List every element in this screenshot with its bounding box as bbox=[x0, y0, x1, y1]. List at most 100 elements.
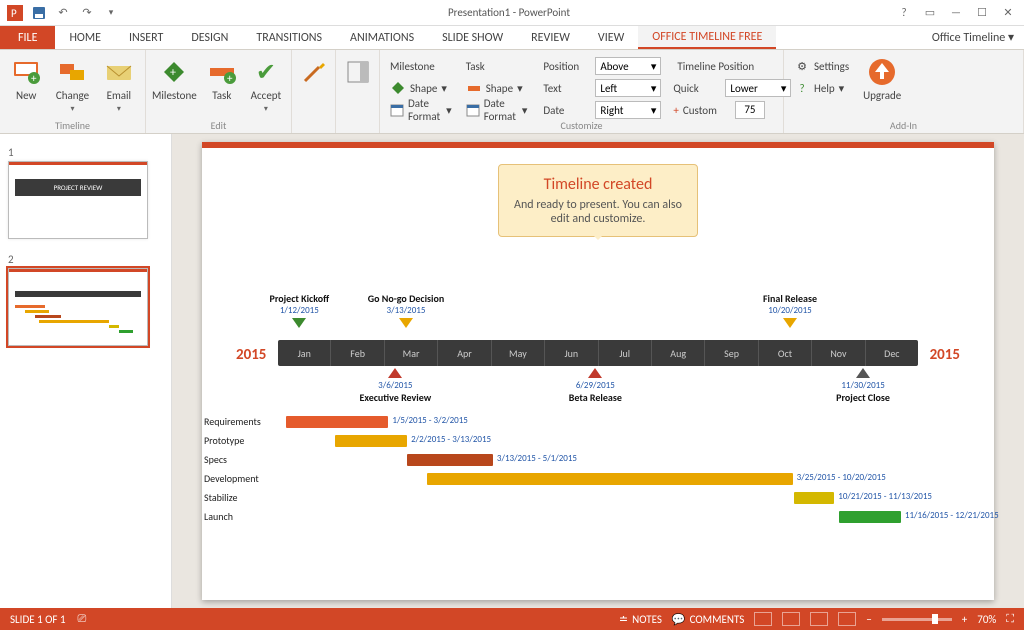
redo-icon[interactable]: ↷ bbox=[76, 3, 98, 23]
group-label-timeline: Timeline bbox=[0, 119, 145, 132]
callout-tooltip: Timeline created And ready to present. Y… bbox=[498, 164, 698, 237]
gantt-bar bbox=[794, 492, 834, 504]
gantt-dates: 1/5/2015 - 3/2/2015 bbox=[392, 415, 467, 426]
milestone-top: Final Release10/20/2015 bbox=[745, 292, 835, 328]
milestone-top: Project Kickoff1/12/2015 bbox=[254, 292, 344, 328]
task-date-format-button[interactable]: Date Format ▾ bbox=[462, 100, 532, 120]
tab-view[interactable]: VIEW bbox=[584, 26, 638, 49]
zoom-level: 70% bbox=[977, 613, 996, 626]
zoom-in-button[interactable]: + bbox=[962, 613, 967, 626]
task-button[interactable]: + Task bbox=[203, 54, 241, 118]
gantt-bar bbox=[407, 454, 493, 466]
svg-text:P: P bbox=[11, 7, 17, 20]
help-icon: ? bbox=[794, 80, 810, 96]
gantt-bar bbox=[427, 473, 792, 485]
custom-input[interactable]: 75 bbox=[735, 101, 765, 119]
qat-more-icon[interactable]: ▾ bbox=[100, 3, 122, 23]
text-position-select[interactable]: Left▾ bbox=[595, 79, 661, 97]
bar-icon bbox=[466, 80, 482, 96]
close-icon[interactable]: ✕ bbox=[1000, 6, 1016, 19]
slideshow-view-icon[interactable] bbox=[838, 612, 856, 626]
undo-icon[interactable]: ↶ bbox=[52, 3, 74, 23]
tab-review[interactable]: REVIEW bbox=[517, 26, 584, 49]
customize-milestone-label: Milestone bbox=[386, 56, 456, 76]
tab-office-timeline-free[interactable]: OFFICE TIMELINE FREE bbox=[638, 26, 776, 49]
position-select[interactable]: Above▾ bbox=[595, 57, 661, 75]
month-cell: Aug bbox=[652, 340, 705, 366]
tab-transitions[interactable]: TRANSITIONS bbox=[242, 26, 336, 49]
office-timeline-menu[interactable]: Office Timeline ▾ bbox=[922, 26, 1024, 49]
svg-text:+: + bbox=[170, 66, 176, 80]
gantt-row: Requirements1/5/2015 - 3/2/2015 bbox=[202, 412, 954, 431]
language-indicator[interactable]: ⎚ bbox=[78, 612, 87, 626]
gantt-dates: 2/2/2015 - 3/13/2015 bbox=[411, 434, 491, 445]
position-label: Position bbox=[543, 60, 591, 73]
new-button[interactable]: + New bbox=[6, 54, 46, 118]
month-cell: Apr bbox=[438, 340, 491, 366]
minimize-icon[interactable]: — bbox=[948, 6, 964, 19]
group-label-addin: Add-In bbox=[784, 119, 1023, 132]
slide-canvas: Timeline created And ready to present. Y… bbox=[172, 134, 1024, 608]
app-icon: P bbox=[4, 3, 26, 23]
ribbon-display-icon[interactable]: ▭ bbox=[922, 6, 938, 19]
maximize-icon[interactable]: ☐ bbox=[974, 6, 990, 19]
text-label: Text bbox=[543, 82, 591, 95]
gantt-dates: 10/21/2015 - 11/13/2015 bbox=[838, 491, 932, 502]
month-cell: May bbox=[492, 340, 545, 366]
zoom-out-button[interactable]: − bbox=[866, 613, 871, 626]
tab-animations[interactable]: ANIMATIONS bbox=[336, 26, 428, 49]
month-cell: Sep bbox=[705, 340, 758, 366]
tab-home[interactable]: HOME bbox=[55, 26, 115, 49]
window-title: Presentation1 - PowerPoint bbox=[122, 6, 896, 19]
gantt-task-label: Stabilize bbox=[202, 491, 276, 504]
milestone-button[interactable]: + Milestone bbox=[152, 54, 197, 118]
plus-icon: + bbox=[673, 104, 678, 117]
date-position-select[interactable]: Right▾ bbox=[595, 101, 661, 119]
gantt-row: Stabilize 10/21/2015 - 11/13/2015 bbox=[202, 488, 954, 507]
email-button[interactable]: Email▾ bbox=[99, 54, 139, 118]
quick-select[interactable]: Lower▾ bbox=[725, 79, 791, 97]
sorter-view-icon[interactable] bbox=[782, 612, 800, 626]
callout-title: Timeline created bbox=[511, 175, 685, 194]
help-icon[interactable]: ? bbox=[896, 6, 912, 19]
month-cell: Jan bbox=[278, 340, 331, 366]
milestone-date-format-button[interactable]: Date Format ▾ bbox=[386, 100, 456, 120]
group-label-edit: Edit bbox=[146, 119, 291, 132]
fit-to-window-icon[interactable]: ⛶ bbox=[1006, 612, 1014, 626]
task-shape-button[interactable]: Shape ▾ bbox=[462, 78, 532, 98]
help-button[interactable]: ?Help ▾ bbox=[790, 78, 853, 98]
upgrade-button[interactable]: Upgrade bbox=[859, 54, 905, 118]
task-pane-button[interactable] bbox=[342, 54, 374, 118]
tab-insert[interactable]: INSERT bbox=[115, 26, 177, 49]
milestone-top: Go No-go Decision3/13/2015 bbox=[361, 292, 451, 328]
ribbon-body: + New Change▾ Email▾ Timeline + Mileston… bbox=[0, 50, 1024, 134]
gantt-row: Launch11/16/2015 - 12/21/2015 bbox=[202, 507, 954, 526]
settings-button[interactable]: ⚙Settings bbox=[790, 56, 853, 76]
zoom-slider[interactable] bbox=[882, 618, 952, 621]
notes-button[interactable]: ≐NOTES bbox=[619, 613, 662, 626]
tab-design[interactable]: DESIGN bbox=[177, 26, 242, 49]
change-button[interactable]: Change▾ bbox=[52, 54, 92, 118]
slide-thumb-2[interactable] bbox=[8, 268, 148, 346]
status-bar: SLIDE 1 OF 1 ⎚ ≐NOTES 💬COMMENTS − + 70% … bbox=[0, 608, 1024, 630]
reading-view-icon[interactable] bbox=[810, 612, 828, 626]
ribbon-tabs: FILEHOMEINSERTDESIGNTRANSITIONSANIMATION… bbox=[0, 26, 1024, 50]
save-icon[interactable] bbox=[28, 3, 50, 23]
normal-view-icon[interactable] bbox=[754, 612, 772, 626]
gantt-task-label: Launch bbox=[202, 510, 276, 523]
milestone-shape-button[interactable]: Shape ▾ bbox=[386, 78, 456, 98]
style-button[interactable] bbox=[298, 54, 330, 118]
tab-file[interactable]: FILE bbox=[0, 26, 55, 49]
tab-slide-show[interactable]: SLIDE SHOW bbox=[428, 26, 517, 49]
month-cell: Jun bbox=[545, 340, 598, 366]
gantt-dates: 11/16/2015 - 12/21/2015 bbox=[905, 510, 999, 521]
customize-task-label: Task bbox=[462, 56, 532, 76]
slide-thumbnails: 1 PROJECT REVIEW 2 bbox=[0, 134, 172, 608]
svg-text:+: + bbox=[227, 72, 233, 85]
thumb-number: 2 bbox=[8, 253, 163, 266]
year-right: 2015 bbox=[930, 346, 960, 364]
comments-button[interactable]: 💬COMMENTS bbox=[672, 613, 744, 626]
milestone-bottom: 3/6/2015Executive Review bbox=[350, 368, 440, 404]
slide-thumb-1[interactable]: PROJECT REVIEW bbox=[8, 161, 148, 239]
accept-button[interactable]: ✔ Accept▾ bbox=[247, 54, 285, 118]
